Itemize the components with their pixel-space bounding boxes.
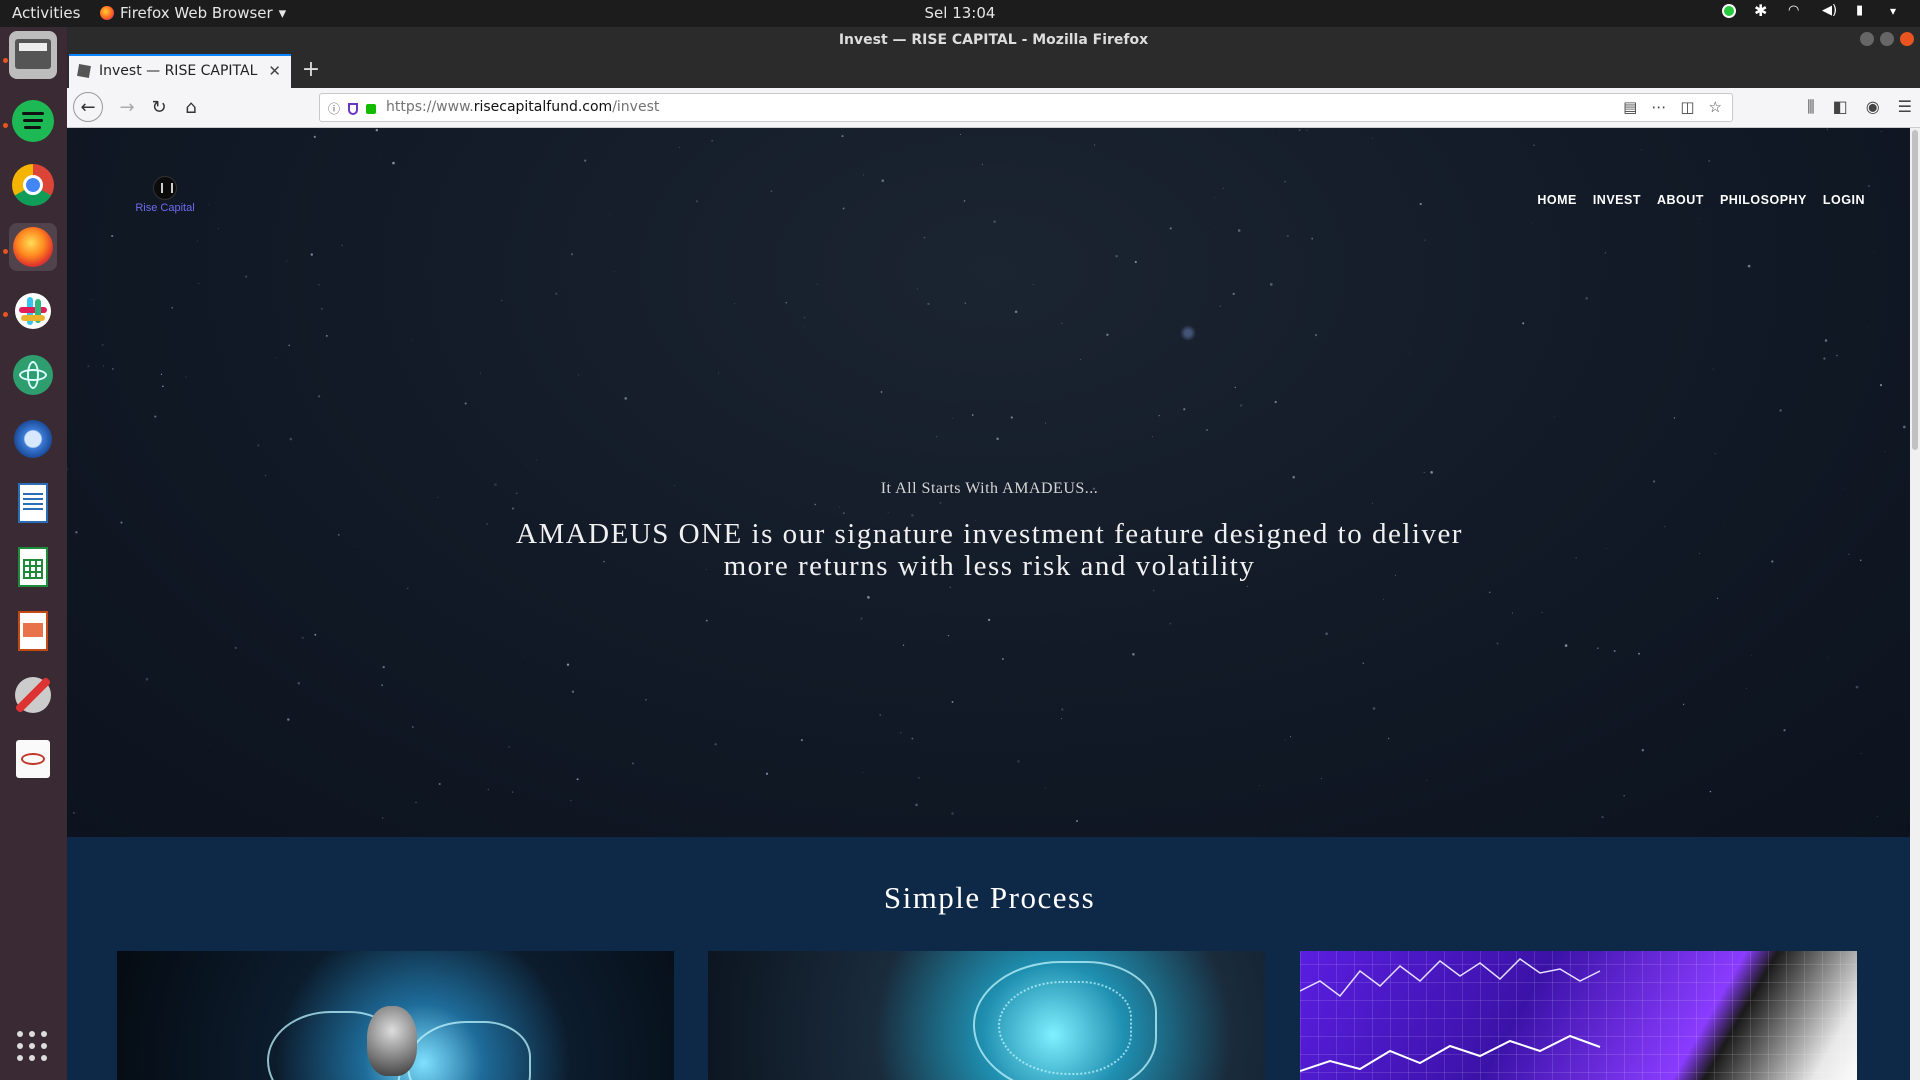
- clock[interactable]: Sel 13:04: [925, 4, 996, 22]
- hero-section: Rise Capital HOME INVEST ABOUT PHILOSOPH…: [67, 128, 1920, 837]
- nav-about[interactable]: ABOUT: [1657, 193, 1704, 207]
- page-scrollbar[interactable]: [1910, 128, 1920, 1080]
- wifi-icon[interactable]: ◠: [1788, 3, 1804, 19]
- dock: [0, 27, 67, 1080]
- back-button[interactable]: ←: [73, 92, 103, 122]
- tab-title: Invest — RISE CAPITAL: [99, 63, 258, 79]
- running-indicator: [3, 249, 8, 254]
- process-image-brain-circuit: [708, 951, 1265, 1080]
- url-text[interactable]: https://www.risecapitalfund.com/invest: [386, 99, 659, 115]
- sidebar-icon[interactable]: ◧: [1833, 97, 1848, 117]
- info-icon[interactable]: ⓘ: [328, 100, 340, 117]
- site-logo[interactable]: Rise Capital: [125, 176, 205, 214]
- section-title: Simple Process: [883, 880, 1096, 915]
- app-menu[interactable]: Firefox Web Browser ▾: [100, 4, 286, 22]
- market-chart-lines: [1300, 958, 1601, 1072]
- system-top-bar: Activities Firefox Web Browser ▾ Sel 13:…: [0, 0, 1920, 27]
- show-applications-icon[interactable]: [17, 1031, 49, 1063]
- page-viewport: Rise Capital HOME INVEST ABOUT PHILOSOPH…: [67, 128, 1920, 1080]
- chevron-down-icon[interactable]: ▾: [1890, 3, 1906, 19]
- status-indicator-icon[interactable]: [1722, 4, 1736, 18]
- library-icon[interactable]: ⫼: [1807, 97, 1814, 117]
- app-menu-label: Firefox Web Browser: [120, 4, 273, 22]
- hero-subtitle: It All Starts With AMADEUS...: [880, 480, 1099, 497]
- running-indicator: [3, 58, 8, 63]
- atom-icon[interactable]: [9, 351, 57, 399]
- nav-login[interactable]: LOGIN: [1823, 193, 1865, 207]
- logo-mark-icon: [153, 176, 177, 200]
- calc-icon[interactable]: [9, 543, 57, 591]
- slack-icon[interactable]: [9, 287, 57, 335]
- impress-icon[interactable]: [9, 607, 57, 655]
- hero-headline: AMADEUS ONE is our signature investment …: [516, 518, 1463, 582]
- firefox-icon[interactable]: [9, 223, 57, 271]
- thunderbird-icon[interactable]: [9, 415, 57, 463]
- new-tab-button[interactable]: +: [297, 56, 325, 84]
- process-image-ai-robot: [117, 951, 674, 1080]
- maximize-button[interactable]: [1880, 32, 1894, 46]
- battery-icon[interactable]: ▮: [1856, 3, 1872, 19]
- account-icon[interactable]: ◉: [1866, 97, 1880, 117]
- nav-invest[interactable]: INVEST: [1593, 193, 1641, 207]
- chrome-icon[interactable]: [9, 161, 57, 209]
- files-icon[interactable]: [9, 31, 57, 79]
- url-bar[interactable]: ⓘ https://www.risecapitalfund.com/invest…: [319, 93, 1733, 122]
- running-indicator: [3, 123, 8, 128]
- window-titlebar: Invest — RISE CAPITAL - Mozilla Firefox: [67, 27, 1920, 54]
- site-nav: HOME INVEST ABOUT PHILOSOPHY LOGIN: [1537, 193, 1865, 207]
- site-favicon-icon: [77, 64, 91, 78]
- tab-strip: Invest — RISE CAPITAL ✕ +: [67, 54, 1920, 88]
- menu-icon[interactable]: ☰: [1898, 97, 1912, 117]
- running-indicator: [3, 312, 8, 317]
- nav-philosophy[interactable]: PHILOSOPHY: [1720, 193, 1807, 207]
- bookmark-star-icon[interactable]: ☆: [1709, 98, 1722, 116]
- reload-button[interactable]: ↻: [145, 94, 173, 122]
- process-image-market-chart: [1300, 951, 1857, 1080]
- tab-invest[interactable]: Invest — RISE CAPITAL ✕: [69, 54, 291, 88]
- pocket-icon[interactable]: ◫: [1680, 98, 1694, 116]
- chevron-down-icon: ▾: [278, 4, 287, 22]
- reader-view-icon[interactable]: ▤: [1623, 98, 1637, 116]
- tracking-protection-icon[interactable]: [348, 102, 359, 115]
- scrollbar-thumb[interactable]: [1912, 130, 1918, 450]
- activities-button[interactable]: Activities: [12, 4, 80, 22]
- writer-icon[interactable]: [9, 479, 57, 527]
- logo-text: Rise Capital: [135, 202, 195, 214]
- close-window-button[interactable]: [1900, 32, 1914, 46]
- nav-home[interactable]: HOME: [1537, 193, 1577, 207]
- volume-icon[interactable]: ◀): [1822, 3, 1838, 19]
- slack-tray-icon[interactable]: ✱: [1754, 3, 1770, 19]
- home-button[interactable]: ⌂: [177, 94, 205, 122]
- minimize-button[interactable]: [1860, 32, 1874, 46]
- spotify-icon[interactable]: [9, 97, 57, 145]
- text-editor-icon[interactable]: [9, 735, 57, 783]
- firefox-icon: [100, 6, 114, 20]
- settings-tools-icon[interactable]: [9, 671, 57, 719]
- forward-button[interactable]: →: [113, 94, 141, 122]
- system-tray[interactable]: ✱ ◠ ◀) ▮ ▾: [1722, 3, 1906, 19]
- lock-icon[interactable]: [366, 103, 377, 114]
- simple-process-section: Simple Process: [67, 837, 1920, 1080]
- navigation-toolbar: ← → ↻ ⌂ ⓘ https://www.risecapitalfund.co…: [67, 88, 1920, 128]
- close-tab-button[interactable]: ✕: [268, 62, 281, 80]
- page-actions-icon[interactable]: ⋯: [1651, 98, 1666, 116]
- window-title: Invest — RISE CAPITAL - Mozilla Firefox: [838, 32, 1149, 48]
